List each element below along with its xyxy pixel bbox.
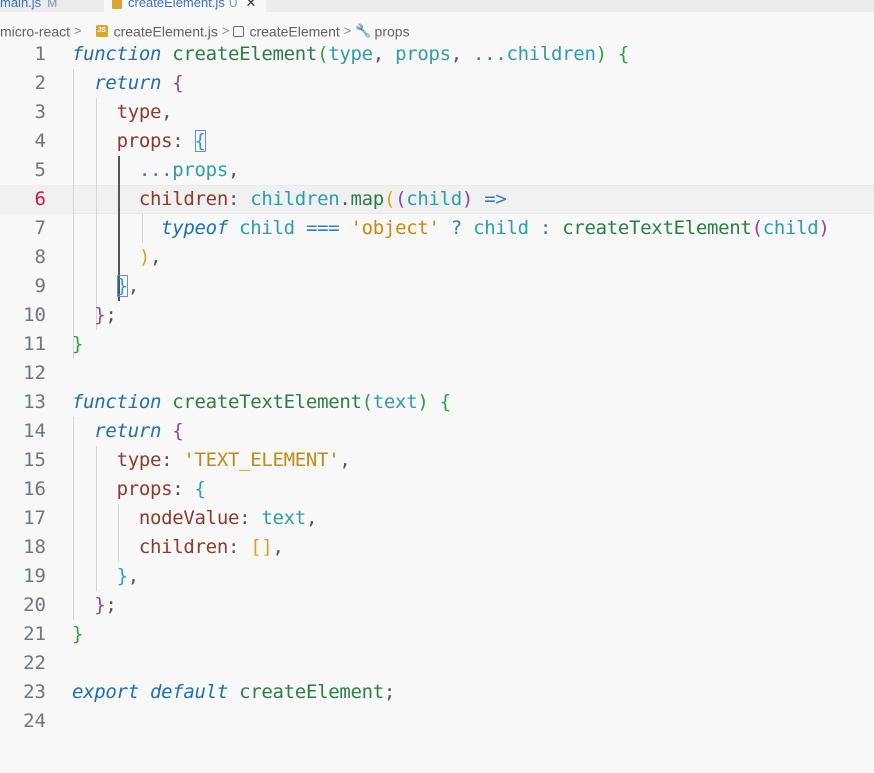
code-text: function createTextElement(text) { — [72, 391, 451, 413]
code-text: type: 'TEXT_ELEMENT', — [116, 449, 351, 471]
line-number: 7 — [34, 217, 46, 239]
tab-bar: main.js M createElement.js U ✕ — [0, 0, 874, 12]
line-number: 14 — [23, 420, 46, 442]
code-line[interactable]: 5 ...props, — [0, 156, 874, 185]
code-text: typeof child === 'object' ? child : crea… — [161, 217, 830, 239]
code-line[interactable]: 2 return { — [0, 69, 874, 98]
chevron-right-icon: > — [221, 23, 230, 39]
code-text: nodeValue: text, — [138, 507, 318, 529]
code-line[interactable]: 15 type: 'TEXT_ELEMENT', — [0, 446, 874, 475]
code-line[interactable]: 3 type, — [0, 98, 874, 127]
code-text: } — [72, 623, 84, 645]
code-line[interactable]: 12 — [0, 359, 874, 388]
tab-create-element-js[interactable]: createElement.js U ✕ — [104, 0, 267, 12]
line-number: 4 — [34, 130, 46, 152]
code-text: props: { — [116, 478, 206, 500]
code-text: export default createElement; — [72, 681, 396, 703]
javascript-file-icon — [112, 0, 122, 9]
line-number: 18 — [23, 536, 46, 558]
line-number: 16 — [23, 478, 46, 500]
line-number: 20 — [23, 594, 46, 616]
breadcrumb-property[interactable]: props — [375, 23, 410, 39]
line-number: 13 — [23, 391, 46, 413]
code-line[interactable]: 1 function createElement(type, props, ..… — [0, 40, 874, 69]
code-text: }, — [116, 565, 140, 587]
line-number: 11 — [23, 333, 46, 355]
line-number: 17 — [23, 507, 46, 529]
code-line[interactable]: 16 props: { — [0, 475, 874, 504]
line-number: 2 — [34, 72, 46, 94]
code-line[interactable]: 24 — [0, 707, 874, 736]
code-editor[interactable]: 1 function createElement(type, props, ..… — [0, 40, 874, 773]
tab-main-js[interactable]: main.js M — [0, 0, 57, 12]
code-text: type, — [116, 101, 173, 123]
breadcrumb: micro-react > JS createElement.js > createEle… — [0, 19, 410, 41]
code-line[interactable]: 21 } — [0, 620, 874, 649]
breadcrumb-folder[interactable]: micro-react — [0, 23, 70, 39]
code-text: props: { — [116, 130, 206, 152]
bracket-match-highlight: { — [194, 130, 206, 152]
code-text: }; — [94, 304, 117, 326]
line-number: 12 — [23, 362, 46, 384]
cube-symbol-icon — [233, 25, 245, 37]
code-line[interactable]: 22 — [0, 649, 874, 678]
code-line[interactable]: 20 }; — [0, 591, 874, 620]
modified-badge: M — [47, 0, 58, 10]
code-text: ...props, — [138, 159, 240, 181]
code-line[interactable]: 11 } — [0, 330, 874, 359]
code-line[interactable]: 9 }, — [0, 272, 874, 301]
close-tab-icon[interactable]: ✕ — [246, 0, 257, 10]
line-number: 24 — [23, 710, 46, 732]
chevron-right-icon: > — [74, 23, 82, 39]
code-line[interactable]: 18 children: [], — [0, 533, 874, 562]
line-number: 1 — [34, 43, 46, 65]
untracked-badge: U — [228, 0, 238, 10]
line-number: 15 — [23, 449, 46, 471]
line-number: 23 — [23, 681, 46, 703]
tab-label: main.js — [0, 0, 42, 10]
code-line[interactable]: 19 }, — [0, 562, 874, 591]
breadcrumb-symbol[interactable]: createElement — [249, 23, 339, 39]
code-text: function createElement(type, props, ...c… — [72, 43, 630, 65]
code-text: }, — [116, 275, 139, 297]
code-line[interactable]: 10 }; — [0, 301, 874, 330]
javascript-file-icon: JS — [95, 25, 108, 38]
line-number: 5 — [34, 159, 46, 181]
breadcrumb-file[interactable]: createElement.js — [114, 23, 218, 39]
wrench-property-icon: 🔧 — [355, 23, 372, 39]
code-line[interactable]: 14 return { — [0, 417, 874, 446]
code-text: ), — [138, 246, 162, 268]
code-text: return { — [94, 420, 184, 442]
line-number: 9 — [34, 275, 46, 297]
code-line[interactable]: 8 ), — [0, 243, 874, 272]
code-line[interactable]: 7 typeof child === 'object' ? child : cr… — [0, 214, 874, 243]
code-line[interactable]: 17 nodeValue: text, — [0, 504, 874, 533]
code-text: children: [], — [138, 536, 284, 558]
line-number: 10 — [23, 304, 46, 326]
line-number: 22 — [23, 652, 46, 674]
line-number: 21 — [23, 623, 46, 645]
tab-label: createElement.js — [128, 0, 225, 10]
bracket-match-highlight: } — [116, 275, 128, 297]
code-text: }; — [94, 594, 117, 616]
line-number: 8 — [34, 246, 46, 268]
code-line[interactable]: 4 props: { — [0, 127, 874, 156]
code-line[interactable]: 23 export default createElement; — [0, 678, 874, 707]
line-number-active: 6 — [34, 188, 46, 210]
code-text: children: children.map((child) => — [138, 188, 507, 210]
code-text: } — [72, 333, 84, 355]
line-number: 19 — [23, 565, 46, 587]
code-line[interactable]: 13 function createTextElement(text) { — [0, 388, 874, 417]
code-text: return { — [94, 72, 184, 94]
code-line-current[interactable]: 6 children: children.map((child) => — [0, 185, 874, 214]
chevron-right-icon: > — [343, 23, 352, 39]
line-number: 3 — [34, 101, 46, 123]
